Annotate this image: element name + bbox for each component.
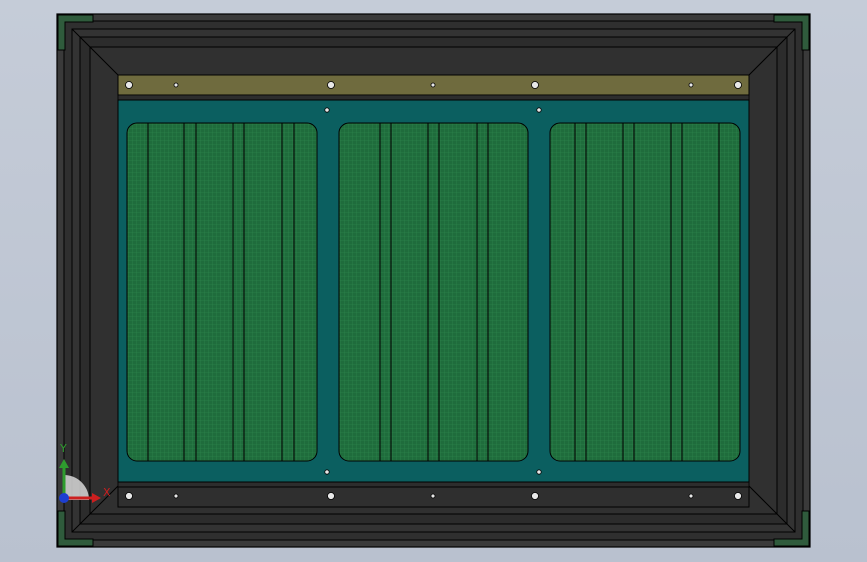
model-canvas[interactable]	[0, 0, 867, 562]
panel-center[interactable]	[338, 122, 529, 462]
top-rail[interactable]	[117, 74, 750, 101]
panel-left[interactable]	[126, 122, 318, 462]
axis-y-label: Y	[60, 442, 67, 455]
axis-x-label: X	[103, 486, 111, 499]
panel-right[interactable]	[549, 122, 741, 462]
graphics-viewport[interactable]: Y X	[0, 0, 867, 562]
